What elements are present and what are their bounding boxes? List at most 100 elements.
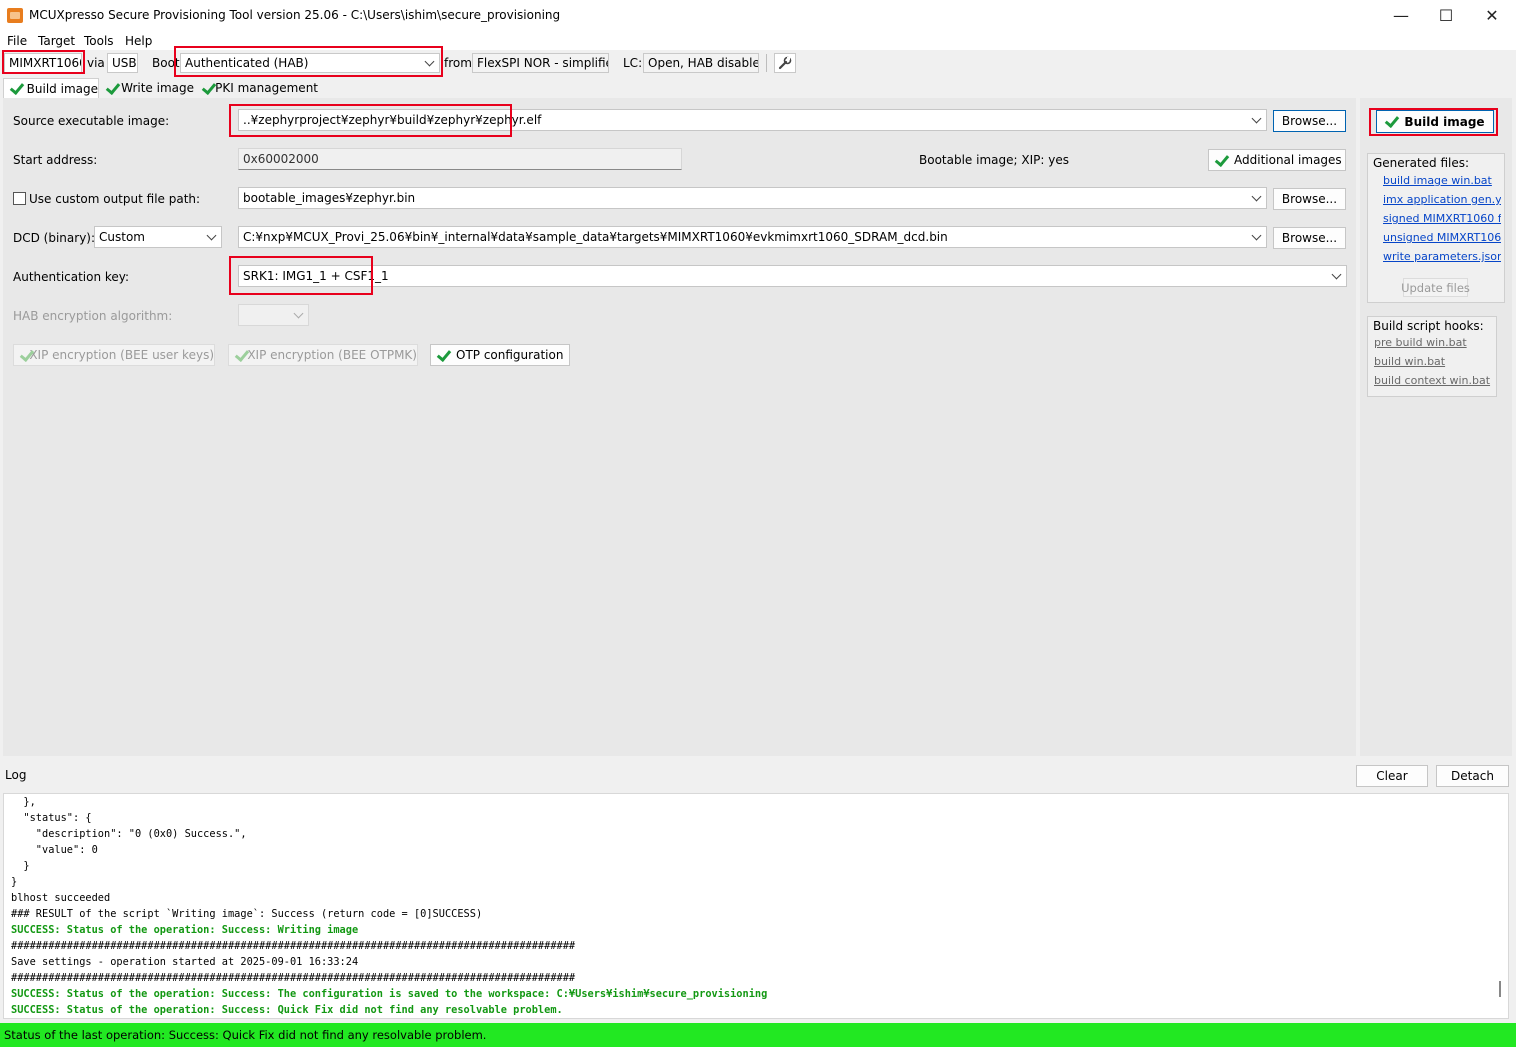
log-line: SUCCESS: Status of the operation: Succes… (11, 1004, 563, 1016)
log-line: } (11, 860, 30, 872)
log-scrollbar[interactable] (1499, 981, 1501, 997)
output-browse-button[interactable]: Browse... (1273, 188, 1346, 210)
otp-configuration-button[interactable]: OTP configuration (430, 344, 570, 366)
generated-file-link[interactable]: unsigned MIMXRT1060 (1383, 231, 1501, 244)
check-icon (1215, 155, 1228, 166)
log-line: "value": 0 (11, 844, 98, 856)
auth-key-value: SRK1: IMG1_1 + CSF1_1 (243, 269, 389, 283)
auth-key-select[interactable]: SRK1: IMG1_1 + CSF1_1 (238, 265, 1347, 287)
boot-type-select[interactable]: Authenticated (HAB) (180, 53, 440, 73)
dcd-path-input[interactable]: C:¥nxp¥MCUX_Provi_25.06¥bin¥_internal¥da… (238, 226, 1267, 248)
log-label: Log (5, 768, 27, 782)
close-button[interactable]: ✕ (1469, 0, 1515, 31)
check-icon (1385, 116, 1398, 127)
dcd-mode-select[interactable]: Custom (94, 226, 222, 248)
log-line: SUCCESS: Status of the operation: Succes… (11, 924, 359, 936)
lifecycle-selector[interactable]: Open, HAB disabled (643, 53, 759, 73)
log-line: blhost succeeded (11, 892, 111, 904)
log-line: ### RESULT of the script `Writing image`… (11, 908, 483, 920)
hook-link[interactable]: build context win.bat (1374, 374, 1492, 387)
dcd-browse-button[interactable]: Browse... (1273, 227, 1346, 249)
hab-encryption-select[interactable] (238, 304, 309, 326)
log-line: Save settings - operation started at 202… (11, 956, 359, 968)
status-bar: Status of the last operation: Success: Q… (0, 1023, 1516, 1047)
xip-bee-otpmk-button[interactable]: XIP encryption (BEE OTPMK) (228, 344, 418, 366)
dcd-mode-value: Custom (99, 230, 145, 244)
xip-bee-user-label: XIP encryption (BEE user keys) (29, 348, 214, 362)
check-icon (20, 350, 23, 361)
log-line: } (11, 876, 18, 888)
chevron-down-icon (424, 56, 435, 67)
source-image-input[interactable]: ..¥zephyrproject¥zephyr¥build¥zephyr¥zep… (238, 109, 1267, 131)
custom-output-value: bootable_images¥zephyr.bin (243, 191, 416, 205)
check-icon (235, 350, 241, 361)
build-image-button[interactable]: Build image (1376, 110, 1494, 133)
toolbar-separator (766, 54, 767, 72)
log-line: ########################################… (11, 972, 576, 984)
app-logo-icon (7, 8, 23, 23)
maximize-button[interactable]: ☐ (1423, 0, 1469, 31)
log-line: }, (11, 796, 36, 808)
update-files-button[interactable]: Update files (1401, 278, 1470, 297)
build-image-label: Build image (1404, 114, 1485, 129)
chevron-down-icon (293, 308, 304, 319)
tab-label: PKI management (215, 81, 318, 95)
generated-file-link[interactable]: build image win.bat (1383, 174, 1501, 187)
tab-pki-management[interactable]: PKI management (198, 78, 318, 98)
menu-target[interactable]: Target (38, 34, 75, 48)
custom-output-input[interactable]: bootable_images¥zephyr.bin (238, 187, 1267, 209)
log-output[interactable]: }, "status": { "description": "0 (0x0) S… (3, 793, 1509, 1019)
via-label: via (87, 56, 105, 70)
check-icon (106, 83, 115, 94)
menu-file[interactable]: File (7, 34, 27, 48)
lc-label: LC: (623, 56, 643, 70)
bootable-info: Bootable image; XIP: yes (919, 153, 1069, 167)
tool-config-button[interactable] (774, 53, 796, 73)
menu-tools[interactable]: Tools (84, 34, 114, 48)
auth-key-label: Authentication key: (13, 270, 130, 284)
detach-log-button[interactable]: Detach (1436, 765, 1509, 787)
generated-file-link[interactable]: write parameters.json (1383, 250, 1501, 263)
log-line: SUCCESS: Status of the operation: Succes… (11, 988, 768, 1000)
chevron-down-icon (1251, 113, 1262, 124)
clear-log-button[interactable]: Clear (1356, 765, 1428, 787)
generated-file-link[interactable]: imx application gen.yaml (1383, 193, 1501, 206)
additional-images-button[interactable]: Additional images (1208, 149, 1346, 171)
chevron-down-icon (1331, 269, 1342, 280)
connection-selector[interactable]: USB (107, 53, 138, 73)
tab-build-image[interactable]: Build image (3, 78, 99, 98)
device-selector[interactable]: MIMXRT1060 (4, 53, 82, 73)
log-lines: }, "status": { "description": "0 (0x0) S… (11, 794, 767, 1018)
log-line: "status": { (11, 812, 92, 824)
xip-bee-user-keys-button[interactable]: XIP encryption (BEE user keys) (13, 344, 215, 366)
tab-label: Build image (26, 81, 98, 96)
dcd-path-value: C:¥nxp¥MCUX_Provi_25.06¥bin¥_internal¥da… (243, 230, 948, 244)
from-label: from (444, 56, 472, 70)
custom-output-checkbox[interactable] (13, 192, 26, 205)
hook-link[interactable]: build win.bat (1374, 355, 1492, 368)
boot-type-value: Authenticated (HAB) (185, 56, 309, 70)
dcd-label: DCD (binary): (13, 231, 96, 245)
tab-write-image[interactable]: Write image (102, 78, 194, 98)
start-address-field: 0x60002000 (238, 148, 682, 170)
tab-label: Write image (121, 81, 194, 95)
chevron-down-icon (1251, 191, 1262, 202)
check-icon (10, 83, 21, 94)
chevron-down-icon (1251, 230, 1262, 241)
source-browse-button[interactable]: Browse... (1273, 110, 1346, 132)
custom-output-label: Use custom output file path: (29, 192, 201, 206)
window-title: MCUXpresso Secure Provisioning Tool vers… (29, 8, 561, 22)
wrench-icon (778, 56, 792, 70)
chevron-down-icon (206, 230, 217, 241)
hook-link[interactable]: pre build win.bat (1374, 336, 1492, 349)
menu-help[interactable]: Help (125, 34, 152, 48)
check-icon (437, 350, 450, 361)
start-address-label: Start address: (13, 153, 98, 167)
memory-selector[interactable]: FlexSPI NOR - simplified (472, 53, 609, 73)
otp-configuration-label: OTP configuration (456, 348, 564, 362)
source-image-value: ..¥zephyrproject¥zephyr¥build¥zephyr¥zep… (243, 113, 542, 127)
generated-file-link[interactable]: signed MIMXRT1060 flash (1383, 212, 1501, 225)
source-image-label: Source executable image: (13, 114, 170, 128)
minimize-button[interactable]: — (1378, 0, 1424, 31)
menu-bar (0, 31, 1516, 50)
